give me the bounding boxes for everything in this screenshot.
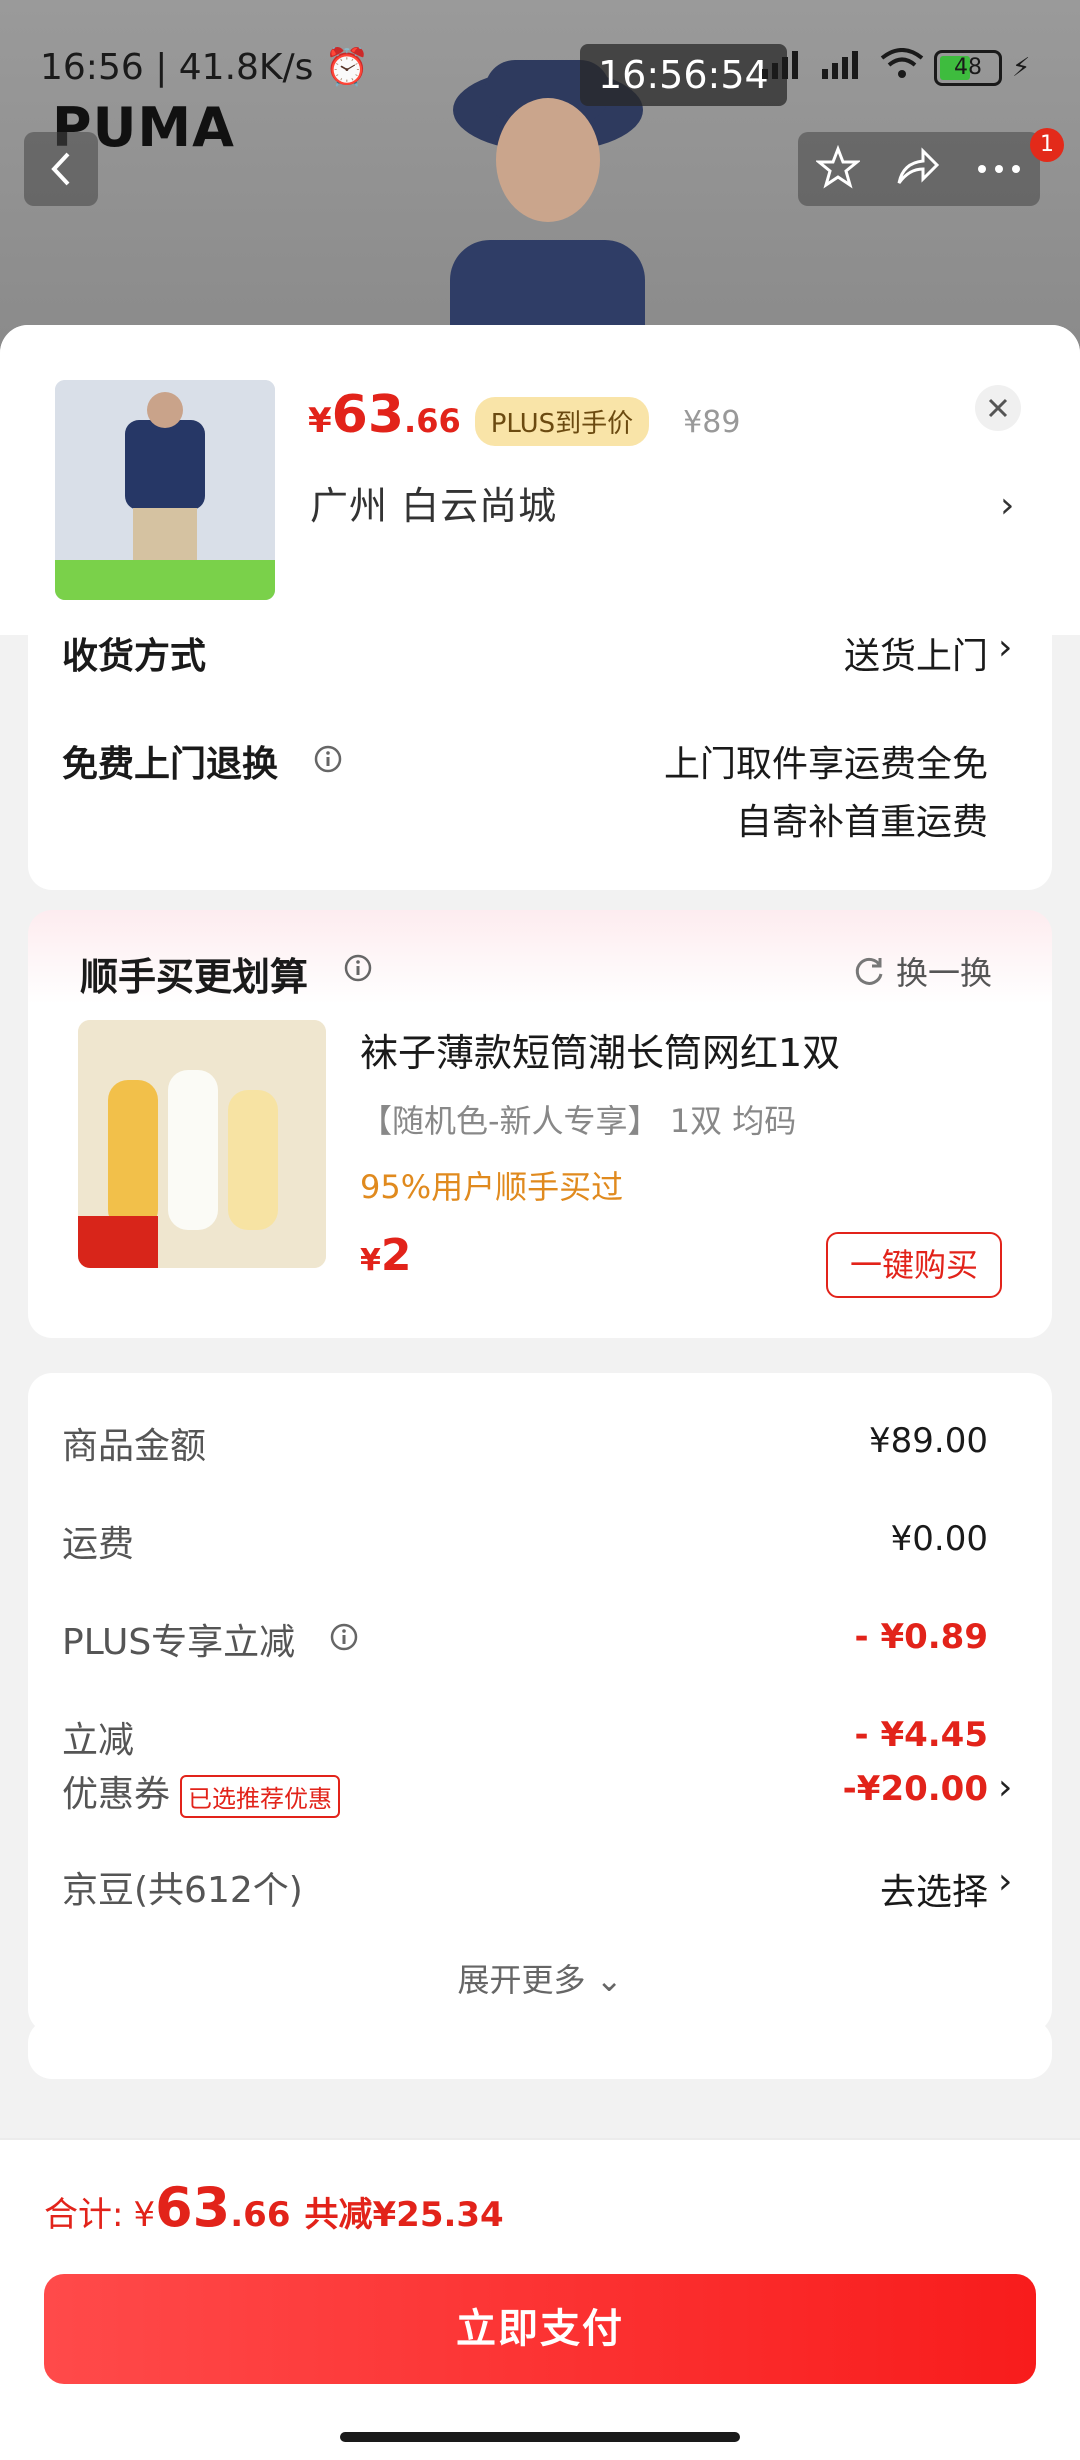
price-integer: 63 — [331, 385, 405, 445]
share-icon[interactable] — [895, 147, 941, 191]
wifi-icon — [880, 48, 924, 87]
bundle-price-symbol: ¥ — [360, 1243, 381, 1278]
chevron-right-icon[interactable]: › — [1000, 485, 1014, 526]
plus-price-tag: PLUS到手价 — [474, 397, 650, 446]
product-header: ¥63 .66 PLUS到手价 ¥89 广州 白云尚城 › — [0, 325, 1080, 635]
info-icon[interactable] — [344, 954, 372, 982]
chevron-right-icon[interactable]: › — [998, 1767, 1012, 1808]
bundle-item-name[interactable]: 袜子薄款短筒潮长筒网红1双 — [360, 1022, 840, 1077]
instant-discount-label: 立减 — [62, 1720, 135, 1761]
bundle-offer-card: 顺手买更划算 换一换 袜子薄款短筒潮长筒网红1双 【随机色-新人专享】 1双 均… — [28, 910, 1052, 1338]
message-badge: 1 — [1030, 128, 1064, 162]
chevron-left-icon — [51, 152, 70, 186]
plus-discount-value: - ¥0.89 — [854, 1617, 989, 1657]
coupon-value[interactable]: -¥20.00 — [668, 1769, 988, 1809]
subtotal-value: ¥89.00 — [869, 1421, 988, 1461]
net-speed: 41.8K/s — [178, 47, 314, 88]
refresh-icon — [855, 957, 883, 985]
bundle-price-value: 2 — [380, 1230, 412, 1281]
free-return-label: 免费上门退换 — [62, 744, 279, 785]
signal-icon-2 — [820, 49, 870, 86]
shipping-value: ¥0.00 — [890, 1519, 988, 1559]
close-button[interactable] — [975, 385, 1021, 431]
price-decimal: .66 — [404, 402, 461, 440]
status-time: 16:56 — [40, 47, 144, 88]
checkout-bar: 合计: ¥ 63 .66 共减¥25.34 立即支付 — [0, 2140, 1080, 2460]
info-icon[interactable] — [314, 745, 342, 773]
charging-icon: ⚡ — [1012, 52, 1031, 83]
socks-image[interactable] — [78, 1020, 326, 1268]
bundle-item-price: ¥2 — [360, 1230, 412, 1281]
chevron-down-icon: ⌄ — [595, 1961, 623, 1999]
more-icon[interactable] — [976, 160, 1022, 179]
coupon-tag: 已选推荐优惠 — [180, 1774, 341, 1818]
back-button[interactable] — [24, 132, 98, 206]
total-saved: 共减¥25.34 — [304, 2195, 504, 2235]
instant-discount-value: - ¥4.45 — [854, 1715, 989, 1755]
bundle-item-stat: 95%用户顺手买过 — [360, 1168, 624, 1206]
status-left: 16:56 | 41.8K/s ⏰ — [40, 47, 370, 88]
total-integer: 63 — [155, 2176, 231, 2239]
bundle-title: 顺手买更划算 — [80, 955, 309, 999]
status-right: 48 ⚡ — [760, 48, 1030, 87]
total-decimal: .66 — [230, 2195, 291, 2235]
jd-beans-label: 京豆(共612个) — [62, 1870, 303, 1911]
price-summary-card: 商品金额 ¥89.00 运费 ¥0.00 PLUS专享立减 - ¥0.89 立减… — [28, 1373, 1052, 1831]
price-row: ¥63 .66 PLUS到手价 ¥89 — [308, 385, 740, 446]
swap-button[interactable]: 换一换 — [852, 948, 992, 994]
plus-discount-label: PLUS专享立减 — [62, 1622, 296, 1663]
clock-overlay: 16:56:54 — [580, 44, 787, 106]
alarm-icon: ⏰ — [324, 47, 370, 88]
bundle-item-spec: 【随机色-新人专享】 1双 均码 — [360, 1102, 797, 1140]
battery-icon: 48 — [934, 49, 1002, 86]
signal-icon — [760, 49, 810, 86]
chevron-right-icon[interactable]: › — [998, 1861, 1012, 1902]
subtotal-label: 商品金额 — [62, 1426, 207, 1467]
close-icon — [988, 398, 1008, 418]
info-icon[interactable] — [330, 1623, 358, 1651]
original-price: ¥89 — [683, 405, 741, 440]
delivery-address[interactable]: 广州 白云尚城 — [310, 475, 557, 530]
next-card-peek — [28, 2019, 1052, 2079]
pay-now-button[interactable]: 立即支付 — [44, 2274, 1036, 2384]
delivery-method-label: 收货方式 — [62, 636, 207, 677]
total-row: 合计: ¥ 63 .66 共减¥25.34 — [44, 2176, 504, 2239]
product-thumbnail — [55, 380, 275, 600]
delivery-card: 收货方式 送货上门 › 免费上门退换 上门取件享运费全免 自寄补首重运费 — [28, 627, 1052, 890]
jd-beans-value[interactable]: 去选择 — [688, 1863, 988, 1915]
one-click-buy-button[interactable]: 一键购买 — [826, 1232, 1002, 1298]
total-label: 合计: — [44, 2195, 124, 2235]
star-icon[interactable] — [814, 144, 861, 193]
free-return-line1: 上门取件享运费全免 — [663, 744, 988, 785]
chevron-right-icon[interactable]: › — [998, 627, 1012, 668]
price-symbol: ¥ — [308, 401, 332, 441]
coupon-card: 优惠券 已选推荐优惠 -¥20.00 › 京豆(共612个) 去选择 › 展开更多… — [28, 1765, 1052, 2033]
top-action-group — [798, 132, 1040, 206]
swap-label: 换一换 — [896, 954, 993, 992]
free-return-line2: 自寄补首重运费 — [735, 802, 988, 843]
expand-more-label: 展开更多 — [457, 1961, 586, 1999]
total-symbol: ¥ — [133, 2195, 156, 2235]
home-indicator[interactable] — [340, 2432, 740, 2442]
delivery-method-value[interactable]: 送货上门 — [728, 627, 988, 679]
coupon-label: 优惠券 — [62, 1774, 171, 1815]
coupon-row[interactable]: 优惠券 已选推荐优惠 — [62, 1765, 341, 1818]
expand-more-button[interactable]: 展开更多 ⌄ — [28, 1955, 1052, 2001]
shipping-label: 运费 — [62, 1524, 135, 1565]
